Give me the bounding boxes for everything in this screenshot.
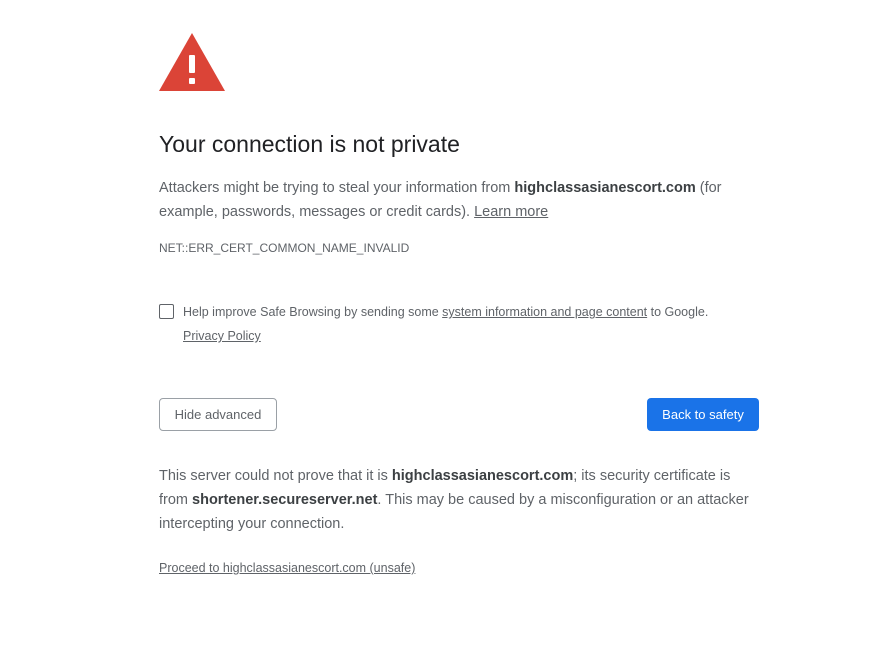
details-part1: This server could not prove that it is (159, 468, 392, 484)
explanation-prefix: Attackers might be trying to steal your … (159, 180, 515, 196)
hide-advanced-button[interactable]: Hide advanced (159, 398, 277, 431)
warning-triangle-icon (159, 33, 225, 91)
advanced-details: This server could not prove that it is h… (159, 464, 759, 536)
safe-browsing-checkbox[interactable] (159, 304, 174, 319)
main-explanation: Attackers might be trying to steal your … (159, 176, 759, 224)
safe-browsing-suffix: to Google. (647, 305, 709, 319)
system-info-link[interactable]: system information and page content (442, 305, 647, 319)
back-to-safety-button[interactable]: Back to safety (647, 398, 759, 431)
learn-more-link[interactable]: Learn more (474, 204, 548, 220)
safe-browsing-prefix: Help improve Safe Browsing by sending so… (183, 305, 443, 319)
details-issuer: shortener.secureserver.net (192, 492, 378, 508)
page-title: Your connection is not private (159, 131, 460, 157)
explanation-domain: highclassasianescort.com (514, 180, 696, 196)
safe-browsing-text: Help improve Safe Browsing by sending so… (183, 300, 759, 348)
proceed-unsafe-link[interactable]: Proceed to highclassasianescort.com (uns… (159, 561, 415, 575)
error-code: NET::ERR_CERT_COMMON_NAME_INVALID (159, 241, 410, 255)
privacy-policy-link[interactable]: Privacy Policy (183, 329, 261, 343)
details-domain: highclassasianescort.com (391, 468, 574, 484)
